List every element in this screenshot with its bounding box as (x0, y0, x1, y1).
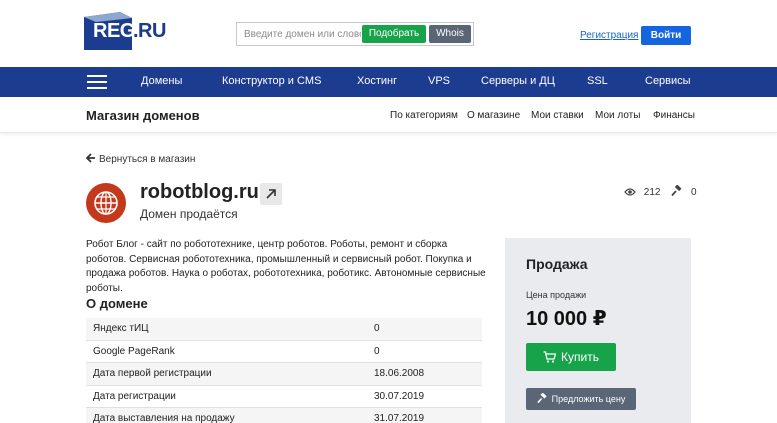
login-button[interactable]: Войти (641, 26, 691, 45)
subnav-my-bids[interactable]: Мои ставки (531, 110, 584, 121)
subnav-finance[interactable]: Финансы (653, 110, 695, 121)
domain-stats: 212 0 (624, 185, 697, 198)
nav-item-ssl[interactable]: SSL (587, 75, 608, 87)
row-label: Google PageRank (93, 345, 175, 357)
nav-item-vps[interactable]: VPS (428, 75, 450, 87)
pick-domain-button[interactable]: Подобрать (362, 25, 426, 43)
row-label: Дата регистрации (93, 390, 176, 402)
bids-count: 0 (691, 187, 697, 198)
row-value: 18.06.2008 (374, 368, 425, 379)
price-label: Цена продажи (526, 290, 587, 300)
domain-status: Домен продаётся (140, 207, 238, 221)
offer-price-button[interactable]: Предложить цену (526, 388, 636, 410)
cart-icon (543, 351, 557, 363)
open-external-button[interactable] (260, 183, 282, 205)
main-nav: Домены Конструктор и CMS Хостинг VPS Сер… (0, 67, 777, 97)
nav-item-services[interactable]: Сервисы (645, 75, 691, 87)
row-value: 0 (374, 323, 380, 334)
row-value: 31.07.2019 (374, 413, 425, 423)
subnav-my-lots[interactable]: Мои лоты (595, 110, 640, 121)
offer-label: Предложить цену (551, 394, 626, 404)
whois-button[interactable]: Whois (429, 25, 471, 43)
about-domain-title: О домене (86, 296, 148, 311)
nav-item-domains[interactable]: Домены (141, 75, 182, 87)
gavel-icon (536, 393, 547, 404)
table-row: Дата регистрации 30.07.2019 (86, 386, 482, 408)
row-label: Дата выставления на продажу (93, 413, 235, 423)
row-label: Яндекс тИЦ (93, 323, 149, 334)
table-row: Яндекс тИЦ 0 (86, 318, 482, 341)
row-label: Дата первой регистрации (93, 368, 212, 379)
shop-title[interactable]: Магазин доменов (86, 108, 200, 123)
logo-suffix: .RU (133, 20, 166, 42)
hamburger-menu-icon[interactable] (87, 75, 107, 89)
domain-search-box: Подобрать Whois (236, 22, 474, 46)
sale-panel: Продажа Цена продажи 10 000 ₽ Купить Пре… (505, 238, 691, 423)
subnav-about-shop[interactable]: О магазине (467, 110, 520, 121)
domain-description: Робот Блог - сайт по робототехнике, цент… (86, 239, 486, 294)
views-count: 212 (643, 187, 661, 198)
subnav-by-category[interactable]: По категориям (390, 110, 458, 121)
row-value: 0 (374, 345, 380, 357)
domain-info-table: Яндекс тИЦ 0 Google PageRank 0 Дата перв… (86, 318, 482, 423)
buy-label: Купить (561, 350, 599, 364)
sale-title: Продажа (526, 256, 588, 272)
arrow-left-icon (86, 153, 95, 163)
reg-ru-logo[interactable]: REG .RU (84, 12, 166, 50)
table-row: Google PageRank 0 (86, 341, 482, 363)
globe-icon (86, 183, 126, 223)
table-row: Дата выставления на продажу 31.07.2019 (86, 408, 482, 423)
external-link-icon (266, 189, 276, 199)
register-link[interactable]: Регистрация (580, 30, 638, 41)
nav-item-servers-dc[interactable]: Серверы и ДЦ (481, 75, 555, 87)
back-label: Вернуться в магазин (99, 154, 196, 165)
eye-icon (624, 188, 636, 196)
nav-item-constructor-cms[interactable]: Конструктор и CMS (222, 75, 321, 87)
buy-button[interactable]: Купить (526, 343, 616, 371)
gavel-icon (671, 185, 682, 197)
top-header: REG .RU Подобрать Whois Регистрация Войт… (0, 0, 777, 67)
logo-text: REG (93, 20, 135, 42)
table-row: Дата первой регистрации 18.06.2008 (86, 363, 482, 386)
domain-search-input[interactable] (237, 23, 361, 45)
back-to-shop-link[interactable]: Вернуться в магазин (86, 153, 195, 165)
nav-item-hosting[interactable]: Хостинг (357, 75, 397, 87)
domain-name: robotblog.ru (140, 181, 259, 203)
sale-price: 10 000 ₽ (526, 308, 607, 330)
shop-subnav: Магазин доменов По категориям О магазине… (0, 97, 777, 133)
row-value: 30.07.2019 (374, 390, 425, 402)
